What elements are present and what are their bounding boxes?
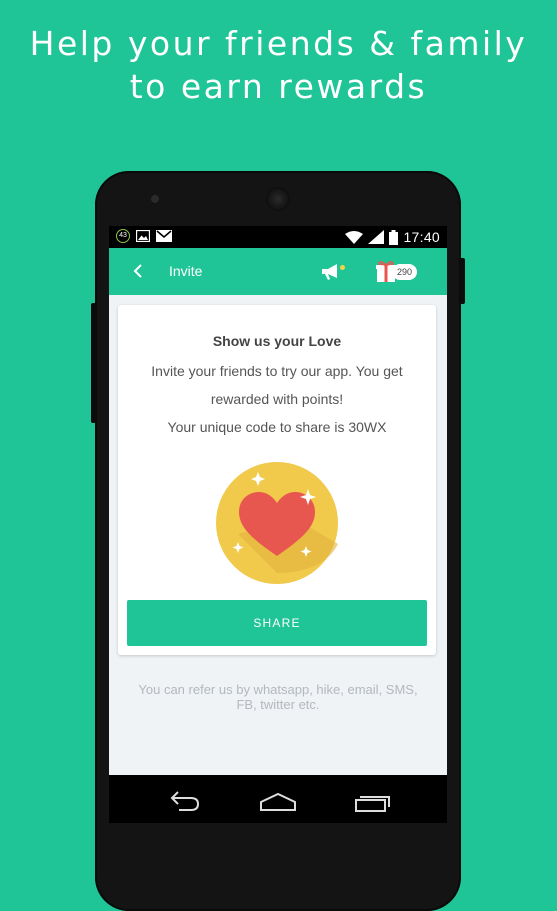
card-description: Invite your friends to try our app. You … bbox=[128, 357, 426, 441]
home-icon[interactable] bbox=[260, 785, 296, 813]
wifi-icon bbox=[345, 230, 364, 244]
power-button bbox=[460, 258, 465, 304]
card-description-line1: Invite your friends to try our app. You … bbox=[151, 363, 403, 379]
navigation-bar bbox=[109, 775, 447, 823]
refer-note: You can refer us by whatsapp, hike, emai… bbox=[109, 682, 447, 712]
app-bar: Invite 290 bbox=[109, 248, 447, 295]
front-camera bbox=[151, 195, 159, 203]
back-arrow-icon[interactable] bbox=[127, 260, 149, 282]
page-title: Invite bbox=[169, 263, 203, 279]
gmail-icon bbox=[156, 230, 172, 242]
volume-button bbox=[91, 303, 96, 423]
promo-headline: Help your friends & family to earn rewar… bbox=[0, 22, 557, 108]
share-button[interactable]: SHARE bbox=[127, 600, 427, 646]
promo-headline-line2: to earn rewards bbox=[129, 67, 428, 106]
points-badge: 290 bbox=[392, 264, 418, 280]
notification-dot bbox=[340, 265, 345, 270]
share-code-text: Your unique code to share is 30WX bbox=[167, 419, 387, 435]
heart-badge-icon bbox=[216, 462, 338, 584]
status-time: 17:40 bbox=[403, 229, 440, 245]
megaphone-icon[interactable] bbox=[319, 260, 345, 284]
recents-icon[interactable] bbox=[355, 785, 391, 813]
card-description-line2: rewarded with points! bbox=[210, 391, 344, 407]
notification-count-icon: 43 bbox=[116, 229, 130, 243]
card-title: Show us your Love bbox=[212, 333, 342, 349]
battery-icon bbox=[389, 229, 399, 245]
phone-screen: 43 17:40 Invite 290 Show us your Love In… bbox=[109, 226, 447, 823]
status-bar: 43 17:40 bbox=[109, 226, 447, 248]
refer-note-line2: FB, twitter etc. bbox=[236, 697, 320, 712]
invite-card: Show us your Love Invite your friends to… bbox=[118, 305, 436, 655]
back-icon[interactable] bbox=[165, 785, 201, 813]
refer-note-line1: You can refer us by whatsapp, hike, emai… bbox=[138, 682, 418, 697]
promo-headline-line1: Help your friends & family bbox=[29, 24, 528, 63]
earpiece-speaker bbox=[268, 189, 288, 209]
image-icon bbox=[136, 230, 150, 242]
signal-icon bbox=[368, 230, 385, 244]
